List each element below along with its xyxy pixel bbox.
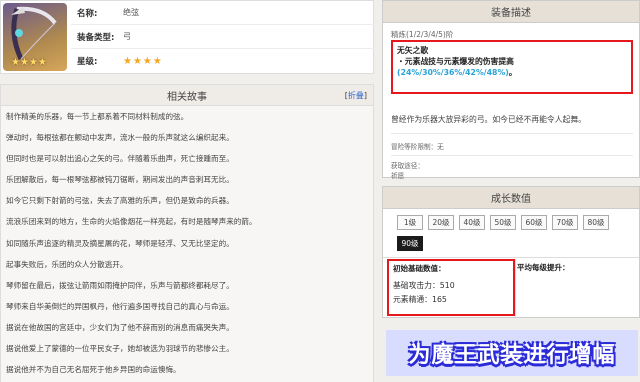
story-line: 起事失败后，乐团的众人分散逃开。 — [6, 259, 128, 269]
rarity-label: 星级: — [77, 57, 98, 67]
weapon-image: ★★★★ — [3, 3, 67, 71]
story-title: 相关故事 — [167, 91, 207, 103]
story-line: 但同时也是可以射出追心之矢的弓。伴随着乐曲声，死亡接踵而至。 — [6, 154, 234, 164]
source-value: 祈愿 — [391, 172, 405, 180]
level-button-70[interactable]: 70级 — [552, 215, 578, 230]
passive-highlight-box: 无矢之歌 ・元素战技与元素爆发的伤害提高 (24%/30%/36%/42%/48%… — [391, 40, 633, 94]
divider — [391, 155, 633, 156]
fold-link[interactable]: 折叠 — [348, 91, 364, 100]
name-value: 绝弦 — [123, 8, 139, 17]
story-line: 琴师留在最后，拨弦让箭雨如雨掩护同伴，乐声与箭都终都耗尽了。 — [6, 280, 234, 290]
story-line: 据说他爱上了蒙德的一位平民女子，她却被选为羽球节的悲惨公主。 — [6, 344, 234, 354]
level-button-90[interactable]: 90级 — [397, 236, 423, 251]
story-line: 制作精美的乐器，每一节上都系着不同材料制成的弦。 — [6, 112, 189, 121]
passive-prefix: ・元素战技与元素爆发的伤害提高 — [397, 57, 514, 66]
story-line: 据说在他故国的宫廷中，少女们为了他不辞而别的消息而痛哭失声。 — [6, 322, 234, 332]
fold-toggle[interactable]: [折叠] — [345, 90, 367, 101]
description-panel: 装备描述 精炼(1/2/3/4/5)阶 无矢之歌 ・元素战技与元素爆发的伤害提高… — [382, 0, 640, 180]
name-row: 名称: 绝弦 — [71, 1, 375, 25]
level-button-80[interactable]: 80级 — [583, 215, 609, 230]
rarity-value: ★★★★ — [123, 55, 163, 67]
story-line: 弹动时，每根弦都在颤动中发声，流水一般的乐声就这么编织起来。 — [6, 133, 234, 143]
level-button-40[interactable]: 40级 — [459, 215, 485, 230]
refine-label: 精炼(1/2/3/4/5)阶 — [391, 30, 454, 39]
growth-panel: 成长数值 1级 20级 40级 50级 60级 70级 80级 90级 初始基础… — [382, 186, 640, 318]
name-label: 名称: — [77, 8, 98, 19]
story-line: 如今它只剩下射箭的弓弦，失去了高雅的乐声，但仍是致命的兵器。 — [6, 196, 234, 206]
story-line: 乐团解散后，每一根琴弦都被钝刀锯断，期间发出的声音刺耳无比。 — [6, 175, 234, 185]
story-line: 流浪乐团来到的地方，生命的火焰像烟花一样亮起，有时是随琴声来的箭。 — [6, 217, 257, 227]
weapon-info-panel: ★★★★ 名称: 绝弦 装备类型: 弓 星级: ★★★★ — [0, 0, 375, 74]
story-line: 据说他并不为自己无名屈死于他乡异国的命运懊悔。 — [6, 365, 181, 375]
story-line: 琴师来自华美倒烂的异国枫丹，他行遍多国寻找自己的真心与命运。 — [6, 301, 234, 311]
caption-banner: 为魔王武装进行增幅 — [386, 330, 638, 376]
type-value: 弓 — [123, 32, 131, 41]
level-button-1[interactable]: 1级 — [397, 215, 423, 230]
stat-atk: 基础攻击力：510 — [393, 281, 455, 290]
level-button-20[interactable]: 20级 — [428, 215, 454, 230]
level-button-60[interactable]: 60级 — [521, 215, 547, 230]
passive-suffix: 。 — [508, 68, 517, 77]
passive-name: 无矢之歌 — [397, 46, 429, 55]
rank-limit: 冒险等阶限制：无 — [391, 143, 444, 151]
passive-values: (24%/30%/36%/42%/48%) — [397, 68, 509, 77]
level-button-50[interactable]: 50级 — [490, 215, 516, 230]
story-line: 如同随乐声追逐的精灵及摘星屠的花，琴师是轻浮、又无比坚定的。 — [6, 238, 234, 248]
flavor-text: 曾经作为乐器大放异彩的弓。如今已经不再能令人起舞。 — [391, 115, 586, 124]
caption-text: 为魔王武装进行增幅 — [408, 343, 616, 368]
stat-em: 元素精通：165 — [393, 295, 447, 304]
passive-text: ・元素战技与元素爆发的伤害提高 (24%/30%/36%/42%/48%)。 — [397, 56, 627, 78]
increase-title: 平均每级提升： — [517, 263, 570, 272]
divider — [515, 259, 516, 317]
growth-title: 成长数值 — [383, 187, 639, 209]
base-stats-title: 初始基础数值： — [393, 264, 446, 273]
type-row: 装备类型: 弓 — [71, 25, 375, 49]
rarity-stars: ★★★★ — [11, 57, 47, 68]
source-label: 获取途径： — [391, 162, 424, 170]
story-body: 制作精美的乐器，每一节上都系着不同材料制成的弦。 弹动时，每根弦都在颤动中发声，… — [0, 106, 374, 382]
base-stats-highlight-box: 初始基础数值： 基础攻击力：510 元素精通：165 — [387, 259, 515, 316]
rarity-row: 星级: ★★★★ — [71, 49, 375, 73]
divider — [391, 133, 633, 134]
divider — [383, 257, 639, 258]
level-selector: 1级 20级 40级 50级 60级 70级 80级 90级 — [397, 215, 627, 257]
type-label: 装备类型: — [77, 32, 115, 43]
story-header: 相关故事 [折叠] — [0, 84, 374, 106]
description-title: 装备描述 — [383, 1, 639, 23]
